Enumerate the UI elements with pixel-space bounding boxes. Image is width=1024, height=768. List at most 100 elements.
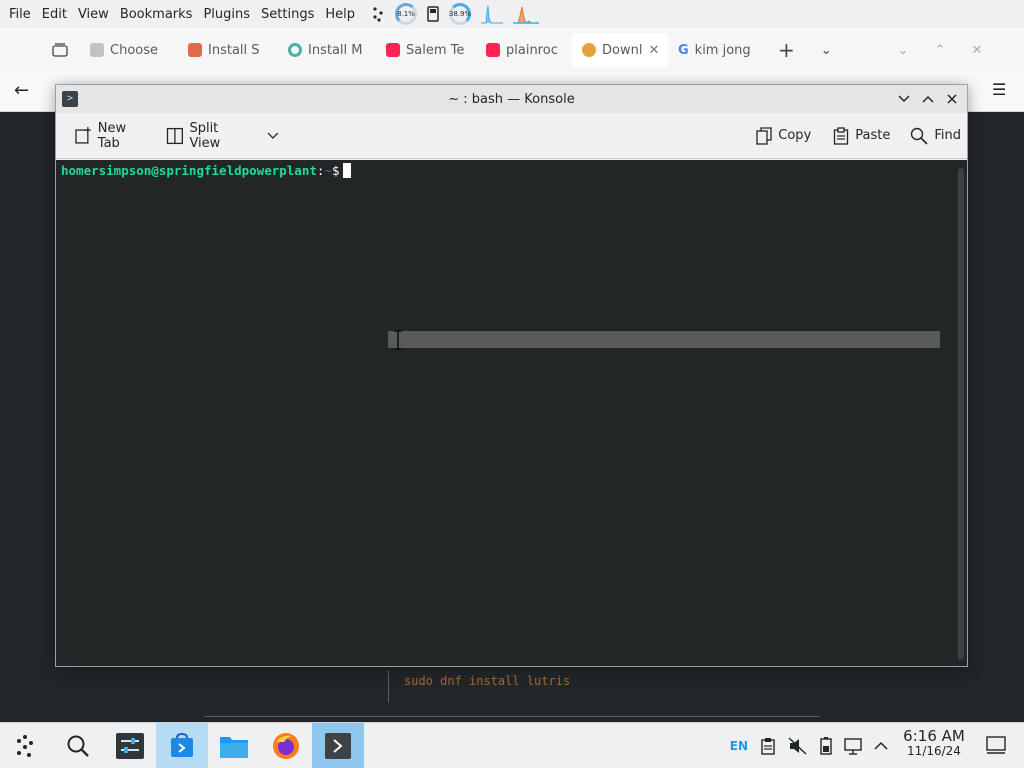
terminal-scrollbar[interactable]: [958, 168, 964, 660]
folder-icon: [220, 736, 248, 758]
chevron-down-icon[interactable]: [266, 131, 280, 141]
battery-icon[interactable]: [820, 737, 832, 755]
konsole-app-icon[interactable]: >: [62, 91, 78, 107]
browser-tab[interactable]: Install S: [178, 33, 278, 67]
copy-button[interactable]: Copy: [750, 121, 817, 151]
maximize-icon[interactable]: ⌃: [935, 43, 946, 58]
menu-settings[interactable]: Settings: [252, 7, 314, 22]
browser-tab[interactable]: Choose: [80, 33, 178, 67]
menu-view[interactable]: View: [69, 7, 109, 22]
digital-clock[interactable]: 6:16 AM 11/16/24: [898, 729, 970, 759]
terminal-icon: [325, 732, 351, 759]
firefox-favicon-icon: [582, 43, 596, 57]
clipboard-icon[interactable]: [760, 737, 776, 755]
browser-tab[interactable]: G kim jong: [668, 33, 764, 67]
maximize-button[interactable]: [918, 89, 938, 109]
task-system-settings[interactable]: [104, 723, 156, 768]
tab-list-button[interactable]: [40, 43, 80, 57]
search-icon: [67, 735, 89, 757]
sd-card-icon[interactable]: [427, 6, 439, 22]
global-menu-bar: File Edit View Bookmarks Plugins Setting…: [0, 0, 1024, 28]
split-view-button[interactable]: Split View: [160, 121, 287, 151]
volume-muted-icon[interactable]: [788, 737, 808, 755]
find-button[interactable]: Find: [904, 121, 967, 151]
close-window-icon[interactable]: ✕: [971, 43, 982, 58]
clock-date: 11/16/24: [907, 744, 961, 758]
menu-edit[interactable]: Edit: [33, 7, 67, 22]
cube-favicon-icon: [90, 43, 104, 57]
system-monitor-widgets: 8.1% 38.9%: [371, 3, 539, 25]
back-arrow-icon[interactable]: ←: [14, 80, 29, 101]
chevron-down-icon[interactable]: ⌄: [821, 43, 832, 58]
close-button[interactable]: [942, 89, 962, 109]
browser-tab[interactable]: Salem Te: [376, 33, 476, 67]
wired-network-icon[interactable]: [844, 737, 862, 755]
browser-tab[interactable]: Install M: [278, 33, 376, 67]
minimize-button[interactable]: [894, 89, 914, 109]
prompt-user-host: homersimpson@springfieldpowerplant: [61, 163, 317, 178]
chevron-down-icon: [898, 95, 910, 103]
background-code-snippet: sudo dnf install lutris: [404, 674, 571, 688]
close-tab-icon[interactable]: ✕: [648, 43, 659, 58]
search-button[interactable]: [52, 723, 104, 768]
show-desktop-button[interactable]: [986, 736, 1006, 758]
paste-icon: [834, 126, 849, 145]
task-file-manager[interactable]: [208, 723, 260, 768]
task-firefox[interactable]: [260, 723, 312, 768]
close-icon: [947, 94, 957, 104]
settings-sliders-icon: [116, 732, 144, 759]
task-konsole[interactable]: [312, 722, 364, 768]
browser-tab-label: plainroc: [506, 42, 558, 58]
prompt-path: ~: [324, 163, 332, 178]
konsole-toolbar: New Tab Split View Copy Paste Find: [56, 113, 967, 159]
terminal-area[interactable]: homersimpson@springfieldpowerplant:~$: [56, 160, 967, 666]
new-tab-icon[interactable]: +: [778, 38, 795, 62]
browser-tab-bar: Choose Install S Install M Salem Te plai…: [0, 28, 1024, 72]
youtube-favicon-icon: [386, 43, 400, 57]
text-cursor: [343, 163, 352, 178]
memory-usage-gauge[interactable]: 38.9%: [449, 3, 471, 25]
tab-overview-icon: [52, 43, 68, 57]
ring-favicon-icon: [288, 43, 302, 57]
ibeam-cursor-icon: [394, 330, 402, 350]
steamdeck-launcher-icon: [17, 734, 33, 757]
copy-icon: [756, 126, 772, 145]
browser-tab-active[interactable]: Downl ✕: [572, 33, 668, 67]
split-view-icon: [166, 127, 183, 144]
clock-time: 6:16 AM: [903, 727, 965, 745]
find-label: Find: [934, 128, 961, 143]
new-tab-icon: [75, 126, 91, 144]
window-title: ~ : bash — Konsole: [448, 91, 575, 107]
new-tab-button[interactable]: New Tab: [68, 121, 158, 151]
discover-store-icon: [171, 732, 193, 757]
disk-graph-icon[interactable]: [513, 4, 539, 24]
menu-plugins[interactable]: Plugins: [194, 7, 250, 22]
system-tray: EN: [730, 723, 888, 768]
window-titlebar[interactable]: > ~ : bash — Konsole: [56, 85, 967, 113]
memory-usage-label: 38.9%: [448, 10, 472, 18]
chevron-up-icon[interactable]: [874, 741, 888, 751]
cpu-usage-gauge[interactable]: 8.1%: [395, 3, 417, 25]
menu-bookmarks[interactable]: Bookmarks: [111, 7, 193, 22]
application-launcher[interactable]: [0, 723, 52, 768]
hamburger-menu-icon[interactable]: ☰: [992, 80, 1006, 99]
browser-tab-label: Choose: [110, 42, 158, 58]
network-graph-icon[interactable]: [481, 4, 503, 24]
konsole-window: > ~ : bash — Konsole New Tab Split View: [55, 84, 968, 667]
youtube-favicon-icon: [486, 43, 500, 57]
search-icon: [911, 127, 928, 145]
paste-button[interactable]: Paste: [827, 121, 896, 151]
menu-file[interactable]: File: [0, 7, 31, 22]
keyboard-layout[interactable]: EN: [730, 739, 748, 753]
minimize-icon[interactable]: ⌄: [898, 43, 909, 58]
shell-prompt: homersimpson@springfieldpowerplant:~$: [61, 163, 352, 178]
task-discover[interactable]: [156, 722, 208, 768]
menu-help[interactable]: Help: [316, 7, 355, 22]
paste-label: Paste: [855, 128, 891, 143]
browser-tab-label: Downl: [602, 42, 643, 58]
prompt-symbol: $: [331, 163, 340, 178]
network-icon[interactable]: [371, 6, 385, 22]
browser-tab[interactable]: plainroc: [476, 33, 572, 67]
firefox-icon: [273, 732, 299, 759]
browser-tab-label: Install M: [308, 42, 363, 58]
